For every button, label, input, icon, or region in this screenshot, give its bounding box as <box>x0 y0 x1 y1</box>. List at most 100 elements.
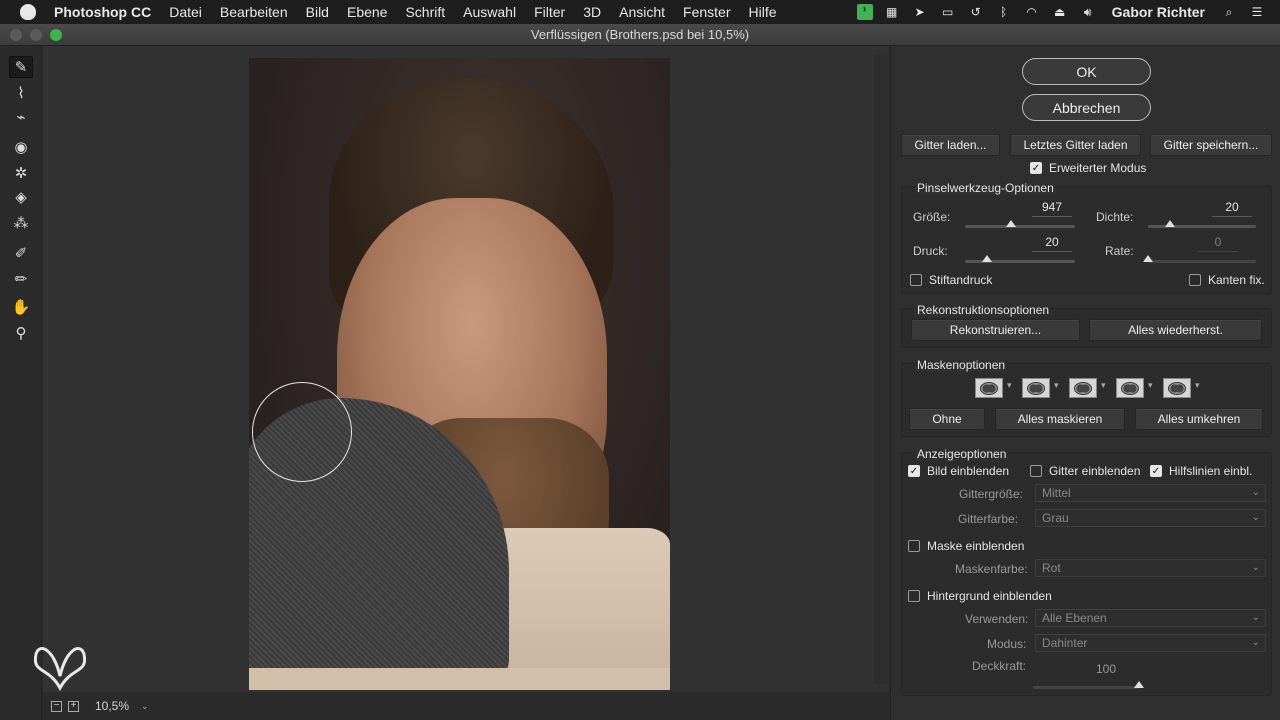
invert-dropdown-icon[interactable]: ▾ <box>1195 380 1200 391</box>
menu-hilfe[interactable]: Hilfe <box>740 4 786 20</box>
menu-schrift[interactable]: Schrift <box>396 4 454 20</box>
opacity-slider[interactable] <box>1033 681 1144 689</box>
density-slider-knob[interactable] <box>1164 220 1175 227</box>
chevron-down-icon: ⌄ <box>1251 612 1260 623</box>
bloat-tool-icon[interactable]: ◈ <box>9 186 33 208</box>
invert-all-button[interactable]: Alles umkehren <box>1135 408 1263 430</box>
density-value[interactable]: 20 <box>1212 200 1252 217</box>
size-slider[interactable] <box>965 220 1075 228</box>
rate-slider-knob[interactable] <box>1143 255 1153 262</box>
chevron-down-icon: ⌄ <box>1251 562 1260 573</box>
show-image-checkbox[interactable]: ✓ <box>908 465 920 477</box>
rate-value[interactable]: 0 <box>1198 235 1238 252</box>
use-value: Alle Ebenen <box>1042 611 1107 625</box>
eject-icon[interactable]: ⏏ <box>1051 5 1069 19</box>
mask-color-select[interactable]: Rot ⌄ <box>1035 559 1266 577</box>
menu-user[interactable]: Gabor Richter <box>1102 4 1215 20</box>
subtract-from-selection-mask-icon[interactable] <box>1069 378 1097 398</box>
density-slider[interactable] <box>1148 220 1256 228</box>
apple-icon[interactable] <box>20 4 36 20</box>
intersect-dropdown-icon[interactable]: ▾ <box>1148 380 1153 391</box>
mask-all-button[interactable]: Alles maskieren <box>995 408 1125 430</box>
opacity-label: Deckkraft: <box>972 659 1027 673</box>
load-mesh-button[interactable]: Gitter laden... <box>901 134 1000 156</box>
size-value[interactable]: 947 <box>1032 200 1072 217</box>
volume-icon[interactable]: 🔊︎ <box>1079 5 1097 19</box>
menu-bearbeiten[interactable]: Bearbeiten <box>211 4 297 20</box>
load-last-mesh-button[interactable]: Letztes Gitter laden <box>1010 134 1141 156</box>
menu-app[interactable]: Photoshop CC <box>50 4 160 20</box>
show-mesh-checkbox[interactable] <box>1030 465 1042 477</box>
invert-selection-mask-icon[interactable] <box>1163 378 1191 398</box>
show-guides-checkbox[interactable]: ✓ <box>1150 465 1162 477</box>
opacity-value[interactable]: 100 <box>1096 662 1116 676</box>
forward-warp-tool-icon[interactable]: ✎ <box>9 56 33 78</box>
restore-all-button[interactable]: Alles wiederherst. <box>1089 319 1262 341</box>
mesh-size-select[interactable]: Mittel ⌄ <box>1035 484 1266 502</box>
size-slider-knob[interactable] <box>1006 220 1017 227</box>
mesh-size-label: Gittergröße: <box>959 487 1024 501</box>
show-mask-checkbox[interactable] <box>908 540 920 552</box>
advanced-mode-checkbox[interactable]: ✓ <box>1030 162 1042 174</box>
menu-fenster[interactable]: Fenster <box>674 4 739 20</box>
menu-ebene[interactable]: Ebene <box>338 4 396 20</box>
wifi-icon[interactable]: ◠ <box>1023 5 1041 19</box>
pressure-slider-knob[interactable] <box>982 255 992 262</box>
show-backdrop-checkbox[interactable] <box>908 590 920 602</box>
rate-slider[interactable] <box>1143 255 1256 263</box>
menu-auswahl[interactable]: Auswahl <box>454 4 525 20</box>
reconstruct-button[interactable]: Rekonstruieren... <box>911 319 1080 341</box>
mode-select[interactable]: Dahinter ⌄ <box>1035 634 1266 652</box>
menu-bild[interactable]: Bild <box>297 4 338 20</box>
add-to-selection-mask-icon[interactable] <box>1022 378 1050 398</box>
bluetooth-icon[interactable]: ᛒ <box>995 5 1013 19</box>
opacity-slider-knob[interactable] <box>1134 681 1144 688</box>
zoom-out-button[interactable]: − <box>51 700 62 712</box>
thaw-mask-tool-icon[interactable]: ✏ <box>9 268 33 290</box>
zoom-dropdown-icon[interactable]: ⌄ <box>141 701 149 712</box>
hand-tool-icon[interactable]: ✋ <box>9 296 33 318</box>
mask-none-button[interactable]: Ohne <box>909 408 985 430</box>
reconstruct-tool-icon[interactable]: ⌇ <box>9 82 33 104</box>
stylus-pressure-checkbox[interactable] <box>910 274 922 286</box>
menu-ansicht[interactable]: Ansicht <box>610 4 674 20</box>
minimize-window-icon[interactable] <box>30 29 42 41</box>
canvas-area[interactable] <box>43 46 889 692</box>
app-status-icon[interactable]: ¹ <box>856 4 873 20</box>
vertical-scrollbar[interactable] <box>874 54 888 684</box>
arrow-icon[interactable]: ➤ <box>911 5 929 19</box>
time-machine-icon[interactable]: ↺ <box>967 5 985 19</box>
menu-datei[interactable]: Datei <box>160 4 211 20</box>
pin-edges-checkbox[interactable] <box>1189 274 1201 286</box>
freeze-mask-tool-icon[interactable]: ✐ <box>9 242 33 264</box>
ok-button[interactable]: OK <box>1022 58 1151 85</box>
notification-list-icon[interactable]: ☰ <box>1248 5 1266 19</box>
zoom-tool-icon[interactable]: ⚲ <box>9 322 33 344</box>
pressure-slider[interactable] <box>965 255 1075 263</box>
mesh-color-select[interactable]: Grau ⌄ <box>1035 509 1266 527</box>
add-to-selection-dropdown-icon[interactable]: ▾ <box>1054 380 1059 391</box>
save-mesh-button[interactable]: Gitter speichern... <box>1150 134 1272 156</box>
smooth-tool-icon[interactable]: ⌁ <box>9 106 33 128</box>
pressure-value[interactable]: 20 <box>1032 235 1072 252</box>
pucker-tool-icon[interactable]: ✲ <box>9 162 33 184</box>
close-window-icon[interactable] <box>10 29 22 41</box>
zoom-in-button[interactable]: + <box>68 700 79 712</box>
twirl-tool-icon[interactable]: ◉ <box>9 136 33 158</box>
search-icon[interactable]: ⌕ <box>1220 5 1238 19</box>
menu-3d[interactable]: 3D <box>574 4 610 20</box>
menu-filter[interactable]: Filter <box>525 4 574 20</box>
use-label: Verwenden: <box>965 612 1029 626</box>
display-icon[interactable]: ▭ <box>939 5 957 19</box>
cancel-button[interactable]: Abbrechen <box>1022 94 1151 121</box>
mode-value: Dahinter <box>1042 636 1088 650</box>
replace-selection-dropdown-icon[interactable]: ▾ <box>1007 380 1012 391</box>
maximize-window-icon[interactable] <box>50 29 62 41</box>
push-left-tool-icon[interactable]: ⁂ <box>9 212 33 234</box>
intersect-selection-mask-icon[interactable] <box>1116 378 1144 398</box>
grid-icon[interactable]: ▦ <box>883 5 901 19</box>
subtract-dropdown-icon[interactable]: ▾ <box>1101 380 1106 391</box>
portrait-image[interactable] <box>249 58 670 690</box>
replace-selection-mask-icon[interactable] <box>975 378 1003 398</box>
use-select[interactable]: Alle Ebenen ⌄ <box>1035 609 1266 627</box>
